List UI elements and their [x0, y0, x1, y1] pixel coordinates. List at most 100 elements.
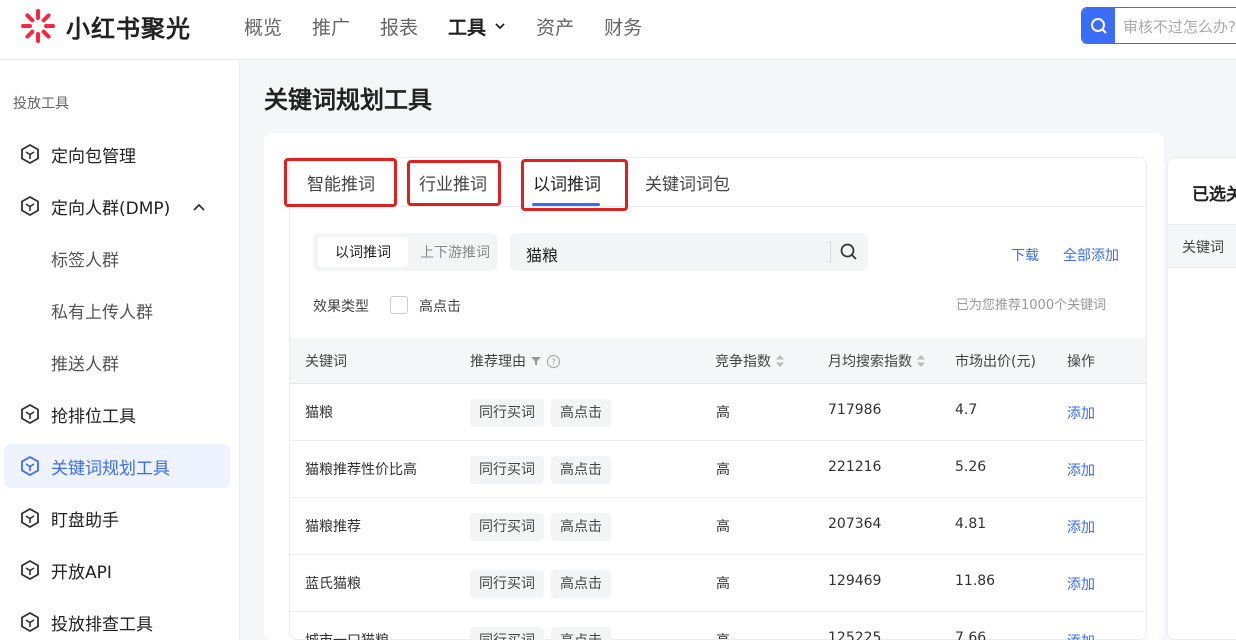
col-competition-label: 竞争指数: [715, 354, 771, 370]
sidebar-item-tag-audience[interactable]: 标签人群: [4, 236, 230, 280]
help-icon[interactable]: ?: [546, 354, 561, 369]
keyword-search-input[interactable]: 猫粮: [510, 233, 868, 271]
table-row: 城市一口猫粮 同行买词 高点击 高 125225 7.66 添加: [290, 612, 1146, 640]
col-reason-label: 推荐理由: [470, 354, 526, 370]
mode-upstream-button[interactable]: 上下游推词: [413, 237, 497, 267]
search-icon: [1090, 17, 1107, 34]
col-monthly-search[interactable]: 月均搜索指数: [828, 351, 926, 371]
sidebar-item-open-api[interactable]: 开放API: [4, 548, 230, 592]
add-keyword-link[interactable]: 添加: [1067, 631, 1095, 640]
nav-reports[interactable]: 报表: [380, 13, 418, 40]
cell-keyword: 城市一口猫粮: [305, 630, 389, 640]
cell-price: 4.81: [955, 516, 987, 532]
high-click-label: 高点击: [419, 299, 461, 315]
sidebar-item-label: 定向包管理: [51, 146, 136, 167]
filter-icon[interactable]: [530, 355, 542, 367]
reason-tag: 高点击: [551, 399, 611, 427]
reason-tag: 同行买词: [470, 399, 544, 427]
table-row: 猫粮推荐性价比高 同行买词 高点击 高 221216 5.26 添加: [290, 441, 1146, 498]
nav-tools-label: 工具: [448, 16, 487, 39]
col-reason: 推荐理由 ?: [470, 351, 561, 371]
cell-monthly: 717986: [828, 402, 882, 418]
brand-flower-icon: [21, 9, 55, 43]
reason-tag: 同行买词: [470, 456, 544, 484]
nav-assets[interactable]: 资产: [536, 13, 574, 40]
col-monthly-label: 月均搜索指数: [828, 354, 912, 370]
reason-tag: 同行买词: [470, 570, 544, 598]
table-row: 猫粮 同行买词 高点击 高 717986 4.7 添加: [290, 384, 1146, 441]
sidebar-item-label: 标签人群: [51, 250, 119, 271]
cube-icon: [21, 403, 39, 425]
highlight-box-word: [521, 159, 628, 211]
cell-competition: 高: [716, 405, 730, 421]
cell-price: 5.26: [955, 459, 987, 475]
reason-tag: 高点击: [551, 627, 611, 640]
top-bar: 小红书聚光 概览 推广 报表 工具 资产 财务 审核不过怎么办?: [0, 0, 1236, 60]
sidebar-section-title: 投放工具: [13, 96, 69, 112]
keyword-input-value: 猫粮: [526, 246, 559, 265]
reason-tag: 高点击: [551, 513, 611, 541]
search-icon[interactable]: [839, 242, 859, 262]
nav-promotion[interactable]: 推广: [312, 13, 350, 40]
cell-monthly: 129469: [828, 573, 882, 589]
reason-tag: 同行买词: [470, 513, 544, 541]
cell-competition: 高: [716, 630, 730, 640]
tab-keyword-package[interactable]: 关键词词包: [645, 170, 730, 195]
col-market-price: 市场出价(元): [955, 354, 1036, 370]
global-search[interactable]: 审核不过怎么办?: [1081, 7, 1236, 44]
add-keyword-link[interactable]: 添加: [1067, 574, 1095, 594]
col-competition[interactable]: 竞争指数: [715, 351, 785, 371]
table-row: 猫粮推荐 同行买词 高点击 高 207364 4.81 添加: [290, 498, 1146, 555]
add-all-link[interactable]: 全部添加: [1063, 245, 1119, 265]
sidebar-item-monitor-assistant[interactable]: 盯盘助手: [4, 496, 230, 540]
search-placeholder: 审核不过怎么办?: [1123, 18, 1236, 36]
effect-type-label: 效果类型: [313, 299, 369, 315]
sidebar-item-label: 抢排位工具: [51, 406, 136, 427]
sidebar-item-label: 开放API: [51, 562, 112, 583]
cube-icon: [21, 507, 39, 529]
selected-keywords-title: 已选关键词: [1192, 185, 1236, 205]
nav-overview[interactable]: 概览: [244, 13, 282, 40]
high-click-checkbox[interactable]: [390, 296, 408, 314]
cell-monthly: 125225: [828, 630, 882, 640]
download-link[interactable]: 下载: [1011, 245, 1039, 265]
mode-word-button[interactable]: 以词推词: [318, 237, 408, 267]
nav-tools[interactable]: 工具: [448, 13, 506, 40]
cube-icon: [21, 195, 39, 217]
cell-price: 7.66: [955, 630, 987, 640]
nav-finance[interactable]: 财务: [604, 13, 642, 40]
cell-keyword: 猫粮推荐性价比高: [305, 462, 417, 478]
sidebar-item-label: 投放排查工具: [51, 614, 153, 635]
sidebar-item-troubleshoot[interactable]: 投放排查工具: [4, 600, 230, 640]
add-keyword-link[interactable]: 添加: [1067, 403, 1095, 423]
sidebar-item-label: 关键词规划工具: [51, 458, 170, 479]
sort-icon: [776, 355, 784, 367]
col-operation: 操作: [1067, 354, 1095, 370]
cube-icon: [21, 559, 39, 581]
sidebar-item-label: 私有上传人群: [51, 302, 153, 323]
sidebar-item-targeting-package[interactable]: 定向包管理: [4, 132, 230, 176]
sidebar-item-private-upload[interactable]: 私有上传人群: [4, 288, 230, 332]
add-keyword-link[interactable]: 添加: [1067, 517, 1095, 537]
recommend-mode-switch: 以词推词 上下游推词: [313, 233, 497, 271]
table-row: 蓝氏猫粮 同行买词 高点击 高 129469 11.86 添加: [290, 555, 1146, 612]
search-button[interactable]: [1082, 8, 1115, 43]
sidebar-item-label: 盯盘助手: [51, 510, 119, 531]
add-keyword-link[interactable]: 添加: [1067, 460, 1095, 480]
reason-tag: 高点击: [551, 570, 611, 598]
table-header: 关键词 推荐理由 ? 竞争指数 月均搜索指数 市场出价(元) 操作: [290, 338, 1146, 384]
highlight-box-industry: [407, 160, 501, 206]
cell-keyword: 猫粮推荐: [305, 519, 361, 535]
main-nav: 概览 推广 报表 工具 资产 财务: [244, 12, 672, 40]
sort-icon: [917, 355, 925, 367]
sidebar-item-keyword-planner[interactable]: 关键词规划工具: [4, 444, 230, 488]
sidebar-item-dmp[interactable]: 定向人群(DMP): [4, 184, 230, 228]
sidebar-item-push-audience[interactable]: 推送人群: [4, 340, 230, 384]
brand-logo[interactable]: 小红书聚光: [20, 8, 191, 44]
recommend-count-note: 已为您推荐1000个关键词: [956, 298, 1107, 313]
sidebar-item-rank-grab[interactable]: 抢排位工具: [4, 392, 230, 436]
selected-keywords-panel: 已选关键词 关键词: [1167, 157, 1236, 640]
cell-keyword: 猫粮: [305, 405, 333, 421]
reason-tag: 同行买词: [470, 627, 544, 640]
sidebar-item-label: 定向人群(DMP): [51, 198, 171, 219]
